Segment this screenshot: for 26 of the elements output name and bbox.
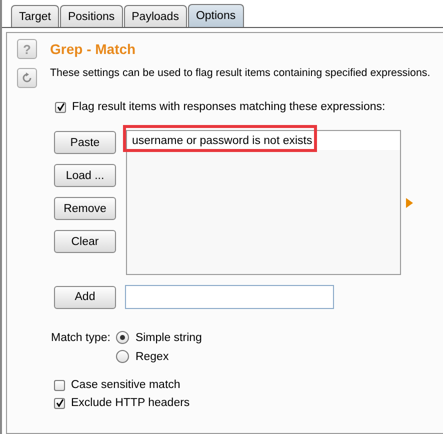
option-checkbox[interactable]: [54, 398, 65, 408]
list-button[interactable]: Clear: [54, 230, 116, 253]
list-button[interactable]: Remove: [54, 197, 116, 220]
tab[interactable]: Target: [11, 5, 59, 27]
checkbox-label: Flag result items with responses matching these expressions:: [72, 101, 386, 113]
list-button[interactable]: Paste: [54, 131, 116, 154]
tab[interactable]: Options: [188, 4, 244, 27]
refresh-icon: [21, 72, 33, 84]
flag-checkbox[interactable]: [55, 102, 66, 112]
match-type-label: Match type:: [51, 331, 110, 346]
section-description: These settings can be used to flag result items containing specified expressions.: [50, 67, 430, 79]
checkbox-label: Case sensitive match: [71, 379, 180, 391]
expand-arrow-icon[interactable]: [406, 198, 413, 208]
radio-button[interactable]: [116, 350, 130, 363]
radio-label: Simple string: [135, 332, 202, 344]
section-title: Grep - Match: [50, 41, 137, 59]
reset-button[interactable]: [17, 68, 37, 88]
radio-label: Regex: [135, 350, 169, 362]
tab[interactable]: Payloads: [124, 5, 187, 27]
add-button[interactable]: Add: [54, 286, 116, 308]
option-checkbox[interactable]: [54, 380, 65, 390]
expression-input[interactable]: [125, 285, 334, 309]
tab[interactable]: Positions: [60, 5, 123, 27]
checkbox-label: Exclude HTTP headers: [71, 397, 190, 409]
radio-button[interactable]: [116, 331, 130, 344]
list-button[interactable]: Load ...: [54, 164, 116, 187]
